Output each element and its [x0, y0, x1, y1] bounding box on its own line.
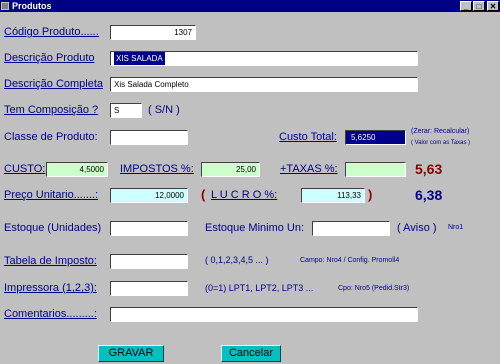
taxas-field[interactable]	[345, 162, 406, 177]
descricao-label: Descrição Produto	[4, 52, 95, 64]
title-bar: Produtos _ □ ✕	[0, 0, 500, 12]
comentarios-label: Comentarios.........:	[4, 308, 97, 320]
composicao-label: Tem Composição ?	[4, 104, 99, 116]
descricao-completa-field[interactable]: Xis Salada Completo	[110, 77, 418, 92]
impressora-label: Impressora (1,2,3):	[4, 282, 97, 294]
taxas-label: +TAXAS %:	[280, 163, 338, 175]
close-button[interactable]: ✕	[487, 1, 499, 11]
estoque-label: Estoque (Unidades)	[4, 222, 102, 234]
minimize-button[interactable]: _	[460, 1, 472, 11]
custo-total-field[interactable]: 5,6250	[345, 130, 406, 145]
estoque-hint: Nro1	[448, 224, 464, 231]
window-title: Produtos	[12, 1, 52, 11]
custo-total-hint2: ( Valor com as Taxas )	[411, 140, 471, 146]
tabela-imposto-label: Tabela de Imposto:	[4, 255, 97, 267]
codigo-field[interactable]: 1307	[110, 25, 196, 40]
estoque-aviso: ( Aviso )	[397, 222, 437, 234]
save-button[interactable]: GRAVAR	[98, 345, 164, 362]
composicao-hint: ( S/N )	[148, 104, 180, 116]
custo-total-value: 5,6250	[349, 131, 378, 144]
impostos-label: IMPOSTOS %:	[120, 163, 194, 175]
impressora-field[interactable]	[110, 281, 188, 296]
impressora-options: (0=1) LPT1, LPT2, LPT3 ...	[205, 283, 314, 293]
comentarios-field[interactable]	[110, 307, 418, 322]
classe-field[interactable]	[110, 130, 188, 145]
classe-label: Classe de Produto:	[4, 131, 98, 143]
tabela-imposto-field[interactable]	[110, 254, 188, 269]
estoque-min-label: Estoque Minimo Un:	[205, 222, 305, 234]
lucro-field[interactable]: 113,33	[301, 188, 365, 203]
estoque-min-field[interactable]	[312, 221, 390, 236]
preco-field[interactable]: 12,0000	[110, 188, 188, 203]
codigo-label: Código Produto......	[4, 26, 99, 38]
descricao-value: XIS SALADA	[114, 52, 165, 65]
app-icon	[1, 2, 9, 10]
lucro-open-paren: (	[201, 187, 206, 202]
composicao-field[interactable]: S	[110, 103, 142, 118]
estoque-field[interactable]	[110, 221, 188, 236]
impostos-field[interactable]: 25,00	[201, 162, 260, 177]
tabela-imposto-hint: Campo: Nro4 / Config. Promoll4	[300, 257, 400, 264]
lucro-label: L U C R O %:	[211, 189, 278, 201]
custo-total-label: Custo Total:	[279, 131, 337, 143]
descricao-field[interactable]: XIS SALADA	[110, 51, 418, 66]
lucro-result: 6,38	[415, 187, 443, 203]
maximize-button[interactable]: □	[473, 1, 485, 11]
taxas-result: 5,63	[415, 161, 443, 177]
impressora-hint: Cpo: Nro5 (Pedid.Str3)	[338, 285, 410, 292]
descricao-completa-label: Descrição Completa	[4, 78, 104, 90]
custo-field[interactable]: 4,5000	[46, 162, 108, 177]
preco-label: Preço Unitario.......:	[4, 189, 99, 201]
custo-label: CUSTO:	[4, 163, 46, 175]
custo-total-hint1: (Zerar: Recalcular)	[411, 128, 470, 135]
lucro-close-paren: )	[368, 187, 373, 202]
cancel-button[interactable]: Cancelar	[221, 345, 281, 362]
tabela-imposto-options: ( 0,1,2,3,4,5 ... )	[205, 255, 269, 265]
